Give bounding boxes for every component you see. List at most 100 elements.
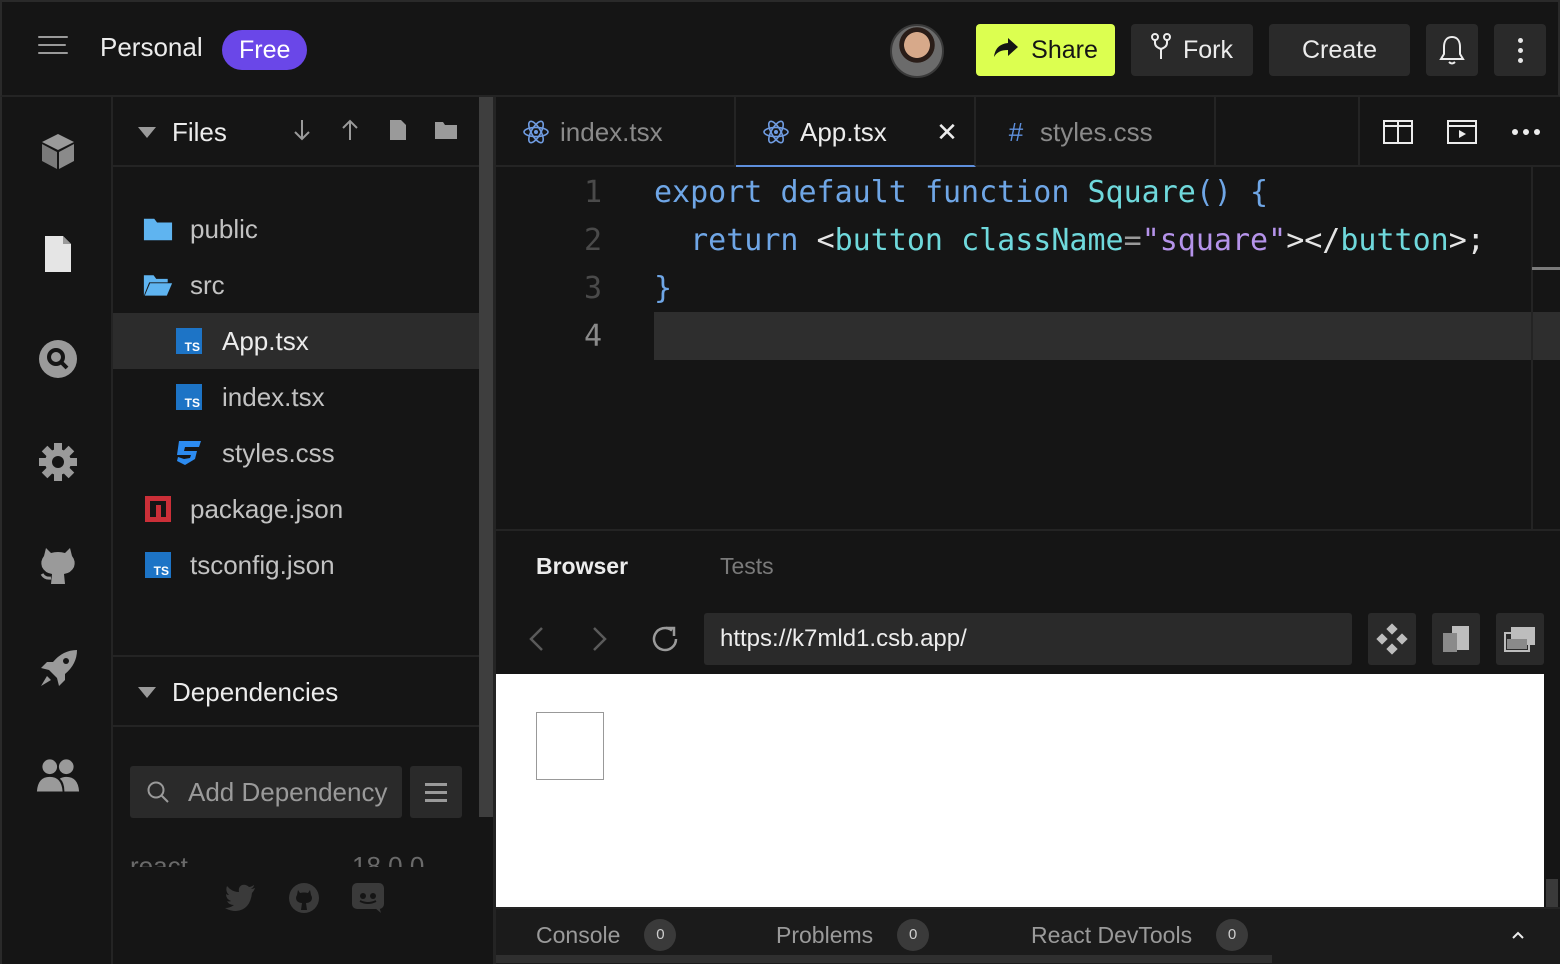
forward-chevron-icon[interactable] xyxy=(582,621,618,657)
typescript-icon: TS xyxy=(174,382,204,412)
file-row-package-json[interactable]: package.json xyxy=(113,481,479,537)
console-scrollbar[interactable] xyxy=(496,955,1272,963)
preview-panel: Browser Tests https://k7mld1.csb.app/ Co… xyxy=(496,529,1560,964)
collapse-caret-icon[interactable] xyxy=(138,127,156,138)
responsive-view-icon[interactable] xyxy=(1368,613,1416,665)
console-tab[interactable]: Console 0 xyxy=(536,919,677,951)
files-title: Files xyxy=(172,117,227,147)
file-icon[interactable] xyxy=(36,232,80,276)
workspace-name[interactable]: Personal xyxy=(100,32,203,63)
dependency-name: react xyxy=(130,853,188,867)
code-token: () { xyxy=(1195,175,1269,210)
twitter-icon[interactable] xyxy=(223,881,257,915)
browser-viewport xyxy=(496,674,1544,907)
copy-window-icon[interactable] xyxy=(1432,613,1480,665)
file-label: public xyxy=(190,213,258,244)
dependencies-title: Dependencies xyxy=(172,677,339,707)
console-count-badge: 0 xyxy=(644,919,677,951)
user-avatar[interactable] xyxy=(890,24,944,78)
tab-styles-css[interactable]: # styles.css xyxy=(976,97,1216,167)
editor-actions xyxy=(1358,97,1560,167)
rocket-icon[interactable] xyxy=(36,647,80,691)
back-chevron-icon[interactable] xyxy=(518,621,554,657)
users-icon[interactable] xyxy=(36,753,80,797)
url-input[interactable]: https://k7mld1.csb.app/ xyxy=(704,613,1352,665)
open-new-window-icon[interactable] xyxy=(1496,613,1544,665)
new-folder-icon[interactable] xyxy=(431,115,461,145)
refresh-icon[interactable] xyxy=(647,621,683,657)
discord-icon[interactable] xyxy=(351,881,385,915)
url-text: https://k7mld1.csb.app/ xyxy=(720,625,967,652)
notifications-bell-icon[interactable] xyxy=(1426,24,1478,76)
folder-open-icon xyxy=(143,270,173,300)
tab-label: styles.css xyxy=(1040,117,1153,147)
share-label: Share xyxy=(1031,35,1098,64)
react-devtools-tab[interactable]: React DevTools 0 xyxy=(1031,919,1249,951)
tab-tests[interactable]: Tests xyxy=(720,553,774,580)
tab-index-tsx[interactable]: index.tsx xyxy=(496,97,736,167)
cube-icon[interactable] xyxy=(36,129,80,173)
dependencies-section-header[interactable]: Dependencies xyxy=(113,655,479,727)
editor-scrollbar-track[interactable] xyxy=(1531,167,1533,529)
file-row-public[interactable]: public xyxy=(113,201,479,257)
current-line-highlight xyxy=(654,312,1560,360)
split-view-icon[interactable] xyxy=(1382,118,1414,146)
file-row-app-tsx[interactable]: TS App.tsx xyxy=(113,313,479,369)
github-icon[interactable] xyxy=(287,881,321,915)
dependency-menu-icon[interactable] xyxy=(410,766,462,818)
file-label: package.json xyxy=(190,493,344,524)
hash-icon: # xyxy=(1008,116,1024,147)
editor-scroll-marker xyxy=(1532,267,1560,270)
tab-app-tsx[interactable]: App.tsx ✕ xyxy=(736,97,976,167)
plan-badge[interactable]: Free xyxy=(222,30,308,70)
more-options-icon[interactable] xyxy=(1494,24,1546,76)
tab-browser[interactable]: Browser xyxy=(536,553,628,580)
file-row-index-tsx[interactable]: TS index.tsx xyxy=(113,369,479,425)
code-line-2: return <button className="square"></butt… xyxy=(654,223,1485,258)
hamburger-menu-icon[interactable] xyxy=(38,36,72,64)
code-editor[interactable]: 1 2 3 4 export default function Square()… xyxy=(496,167,1560,529)
file-explorer-sidebar: Files public src TS App.tsx TS index.tsx xyxy=(113,97,479,964)
code-token: < xyxy=(816,223,835,258)
gear-icon[interactable] xyxy=(36,440,80,484)
file-row-src[interactable]: src xyxy=(113,257,479,313)
console-label: Console xyxy=(536,921,621,948)
code-token: export xyxy=(654,175,763,210)
download-arrow-icon[interactable] xyxy=(287,115,317,145)
create-label: Create xyxy=(1301,35,1378,64)
code-token: >; xyxy=(1448,223,1485,258)
code-token: "square" xyxy=(1141,223,1287,258)
share-button[interactable]: Share xyxy=(976,24,1115,76)
preview-scrollbar[interactable] xyxy=(1544,674,1560,907)
collapse-caret-icon[interactable] xyxy=(138,687,156,698)
expand-chevron-up-icon[interactable] xyxy=(1506,923,1530,947)
problems-tab[interactable]: Problems 0 xyxy=(776,919,930,951)
files-section-header[interactable]: Files xyxy=(113,97,479,167)
code-token: ></ xyxy=(1286,223,1341,258)
file-row-tsconfig-json[interactable]: TS tsconfig.json xyxy=(113,537,479,593)
add-dependency-input[interactable]: Add Dependency xyxy=(130,766,402,818)
code-token: function xyxy=(924,175,1070,210)
fork-button[interactable]: Fork xyxy=(1131,24,1253,76)
file-label: App.tsx xyxy=(222,325,309,356)
file-label: index.tsx xyxy=(222,381,325,412)
line-number: 2 xyxy=(583,223,602,258)
new-file-icon[interactable] xyxy=(383,115,413,145)
typescript-icon: TS xyxy=(174,326,204,356)
search-icon[interactable] xyxy=(36,337,80,381)
folder-icon xyxy=(143,214,173,244)
code-line-1: export default function Square() { xyxy=(654,175,1268,210)
code-token: button xyxy=(834,223,943,258)
create-button[interactable]: Create xyxy=(1269,24,1410,76)
fork-label: Fork xyxy=(1183,35,1233,64)
sidebar-scrollbar[interactable] xyxy=(479,97,493,817)
preview-window-icon[interactable] xyxy=(1446,118,1478,146)
close-tab-icon[interactable]: ✕ xyxy=(934,117,960,147)
github-icon[interactable] xyxy=(36,543,80,587)
add-dependency-placeholder: Add Dependency xyxy=(188,776,388,807)
more-horizontal-icon[interactable] xyxy=(1510,118,1542,146)
file-label: styles.css xyxy=(222,437,335,468)
file-row-styles-css[interactable]: styles.css xyxy=(113,425,479,481)
upload-arrow-icon[interactable] xyxy=(335,115,365,145)
square-button[interactable] xyxy=(536,712,604,780)
